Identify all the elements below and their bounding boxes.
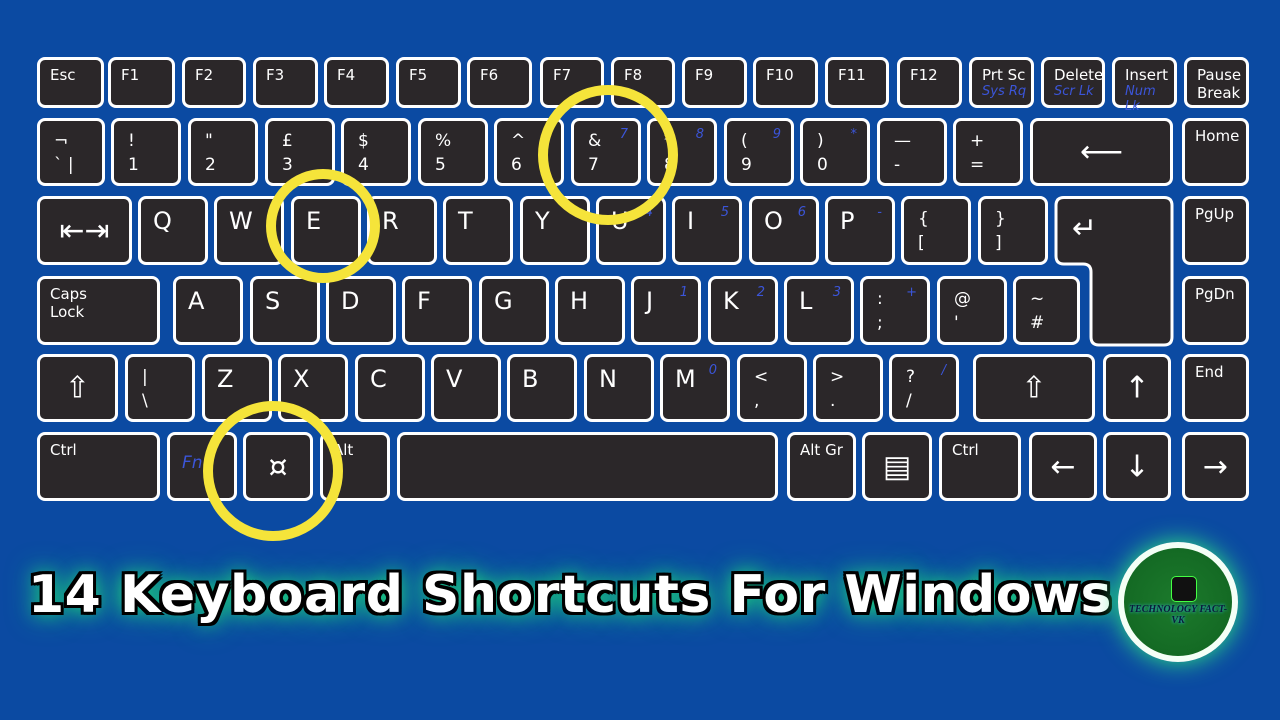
logo-badge-icon bbox=[1171, 576, 1197, 602]
channel-logo: TECHNOLOGY FACT-VK bbox=[1118, 542, 1238, 662]
highlight-circle-e bbox=[266, 169, 380, 283]
highlight-circles bbox=[203, 85, 678, 541]
logo-text: TECHNOLOGY FACT-VK bbox=[1128, 604, 1228, 626]
highlight-circle-windows bbox=[203, 401, 343, 541]
highlight-circle-7 bbox=[538, 85, 678, 225]
video-title: 14 Keyboard Shortcuts For Windows bbox=[28, 565, 1112, 625]
